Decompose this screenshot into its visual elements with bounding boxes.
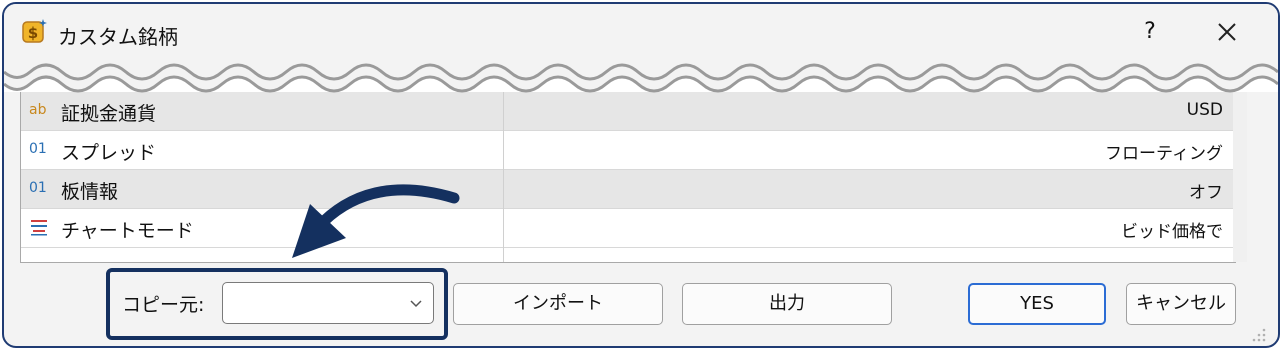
dollar-coin-icon: $ (22, 19, 47, 43)
numeric-type-icon: 01 (29, 141, 47, 157)
export-button[interactable]: 出力 (682, 283, 892, 325)
copy-from-label: コピー元: (122, 294, 205, 316)
chevron-down-icon (410, 300, 422, 308)
torn-edge-divider (4, 54, 1278, 93)
copy-from-select[interactable] (222, 282, 434, 324)
property-value: ビッド価格で (1121, 222, 1223, 242)
chart-mode-icon (31, 220, 47, 236)
property-value: フローティング (1105, 144, 1223, 164)
import-button[interactable]: インポート (453, 283, 663, 325)
property-label: チャートモード (61, 220, 194, 242)
window-title: カスタム銘柄 (58, 25, 178, 49)
property-label: スプレッド (61, 142, 157, 164)
property-row[interactable]: 01 スプレッド フローティング (21, 131, 1233, 170)
scrollbar[interactable] (1233, 92, 1247, 262)
numeric-type-icon: 01 (29, 180, 47, 196)
column-divider (503, 92, 504, 262)
help-button[interactable]: ? (1134, 16, 1166, 48)
property-row[interactable]: チャートモード ビッド価格で (21, 209, 1233, 248)
property-value: オフ (1189, 183, 1223, 203)
property-label: 板情報 (61, 181, 119, 203)
cancel-button[interactable]: キャンセル (1126, 283, 1236, 325)
pointer-arrow-icon (292, 184, 460, 258)
resize-grip-icon[interactable] (1248, 324, 1268, 344)
property-row[interactable]: 01 板情報 オフ (21, 170, 1233, 209)
properties-grid: ab 証拠金通貨 USD 01 スプレッド フローティング 01 板情報 オフ … (20, 92, 1247, 263)
yes-button[interactable]: YES (968, 283, 1106, 325)
close-icon[interactable] (1209, 14, 1245, 50)
custom-symbol-dialog: $ カスタム銘柄 ? ab 証拠金通貨 USD 01 スプレッド フローティング… (2, 2, 1280, 348)
svg-text:$: $ (28, 24, 38, 42)
